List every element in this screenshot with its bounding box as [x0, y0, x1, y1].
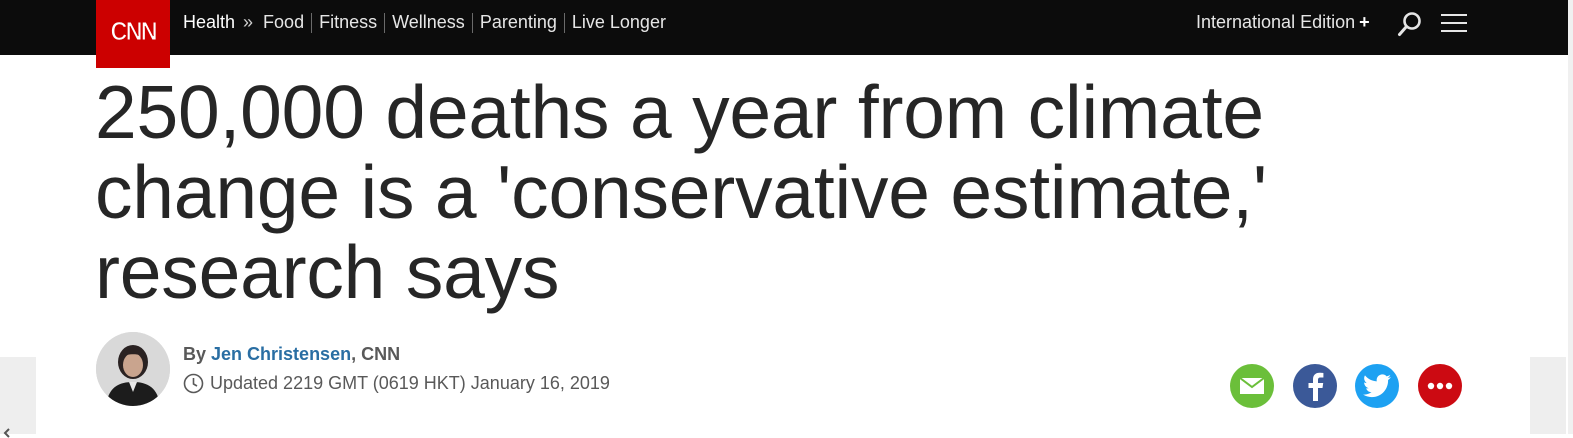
- plus-icon: +: [1359, 12, 1370, 32]
- nav-divider: [311, 12, 313, 33]
- email-icon: [1239, 377, 1265, 394]
- nav-item-parenting[interactable]: Parenting: [480, 12, 557, 33]
- byline-outlet: , CNN: [351, 344, 401, 364]
- more-icon: [1427, 382, 1453, 390]
- nav-item-wellness[interactable]: Wellness: [392, 12, 465, 33]
- search-icon[interactable]: [1397, 11, 1423, 37]
- section-nav: Health » Food Fitness Wellness Parenting…: [183, 12, 666, 33]
- nav-section-health[interactable]: Health: [183, 12, 235, 33]
- clock-icon: [183, 373, 204, 394]
- facebook-icon: [1308, 372, 1324, 401]
- share-email-button[interactable]: [1230, 364, 1274, 408]
- article-headline: 250,000 deaths a year from climate chang…: [95, 70, 1268, 314]
- updated-timestamp: Updated 2219 GMT (0619 HKT) January 16, …: [183, 373, 610, 394]
- byline-prefix: By: [183, 344, 207, 364]
- hamburger-menu-icon[interactable]: [1441, 13, 1467, 33]
- share-facebook-button[interactable]: [1293, 364, 1337, 408]
- nav-separator: »: [243, 12, 254, 32]
- author-avatar[interactable]: [96, 332, 170, 406]
- updated-text: Updated 2219 GMT (0619 HKT) January 16, …: [210, 373, 610, 393]
- twitter-icon: [1363, 374, 1391, 398]
- nav-divider: [384, 12, 386, 33]
- logo-text: CNN: [110, 15, 158, 46]
- nav-item-fitness[interactable]: Fitness: [319, 12, 377, 33]
- scrollbar[interactable]: [1568, 0, 1573, 434]
- cnn-logo[interactable]: CNN: [96, 0, 170, 68]
- nav-divider: [471, 12, 473, 33]
- share-more-button[interactable]: [1418, 364, 1462, 408]
- edition-picker[interactable]: International Edition +: [1196, 12, 1370, 33]
- author-link[interactable]: Jen Christensen: [211, 344, 351, 364]
- left-gallery-panel[interactable]: [0, 357, 36, 438]
- right-gallery-panel[interactable]: [1530, 357, 1566, 434]
- byline: By Jen Christensen, CNN: [183, 344, 400, 365]
- nav-item-live-longer[interactable]: Live Longer: [572, 12, 666, 33]
- chevron-left-icon: [3, 428, 10, 438]
- edition-label: International Edition: [1196, 12, 1356, 32]
- share-twitter-button[interactable]: [1355, 364, 1399, 408]
- author-photo: [96, 332, 170, 406]
- nav-item-food[interactable]: Food: [263, 12, 304, 33]
- nav-divider: [563, 12, 565, 33]
